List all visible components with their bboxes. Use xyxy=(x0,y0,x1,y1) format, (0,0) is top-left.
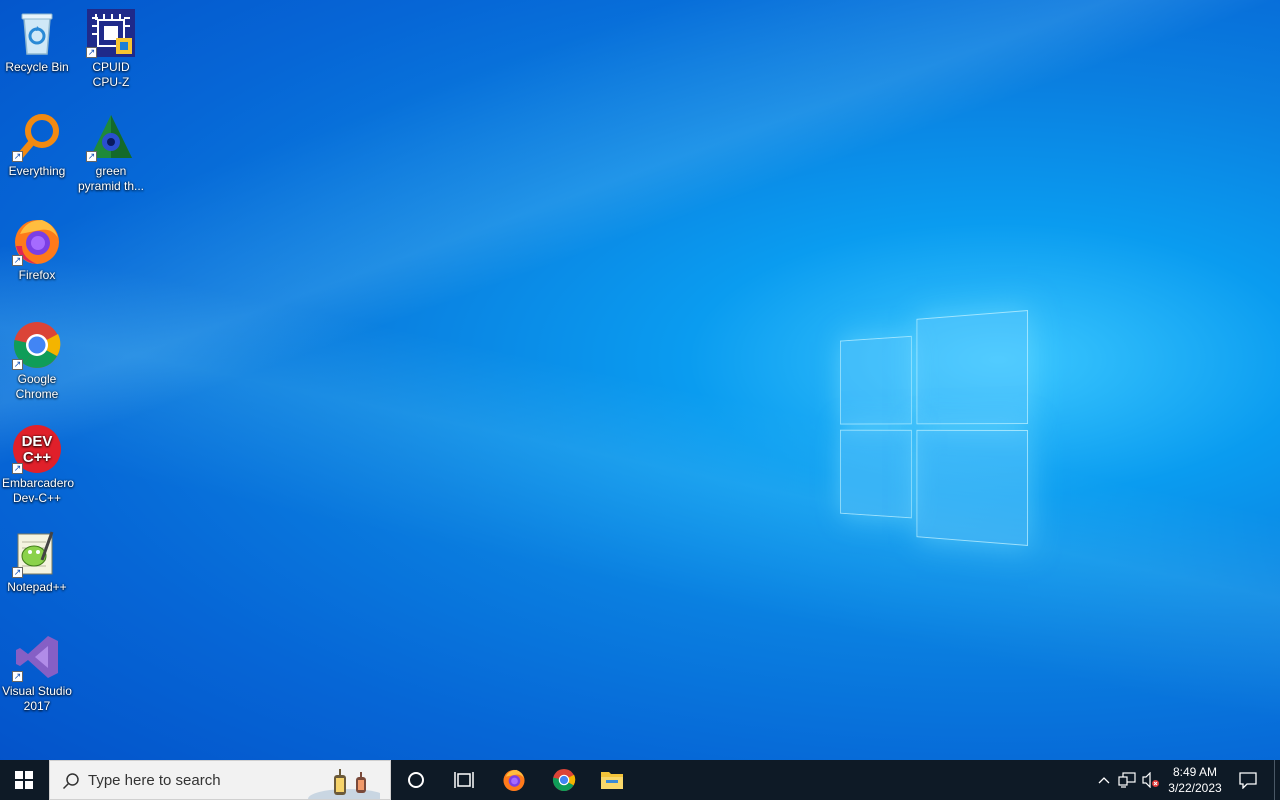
label-line: Embarcadero xyxy=(2,476,75,490)
volume-muted-icon xyxy=(1142,772,1159,788)
desktop-icon-visual-studio[interactable]: ↗ Visual Studio 2017 xyxy=(0,626,74,714)
chrome-icon: ↗ xyxy=(12,320,62,370)
desktop-icon-cpu-z[interactable]: ↗ CPUID CPU-Z xyxy=(74,2,148,90)
action-center-button[interactable] xyxy=(1232,760,1264,800)
shortcut-arrow-icon: ↗ xyxy=(86,47,97,58)
shortcut-arrow-icon: ↗ xyxy=(12,671,23,682)
cpu-z-icon: ↗ xyxy=(86,8,136,58)
taskbar-search-box[interactable]: Type here to search xyxy=(49,760,391,800)
desktop-icon-label: Embarcadero Dev-C++ xyxy=(0,476,74,506)
label-line: CPU-Z xyxy=(92,75,130,89)
visual-studio-icon: ↗ xyxy=(12,632,62,682)
windows-logo-wallpaper xyxy=(840,310,1028,546)
clock-time: 8:49 AM xyxy=(1172,765,1218,779)
label-line: Visual Studio xyxy=(2,684,72,698)
search-placeholder: Type here to search xyxy=(88,772,221,789)
desktop-icon-dev-cpp[interactable]: DEV C++ ↗ Embarcadero Dev-C++ xyxy=(0,418,74,506)
label-line: Google xyxy=(17,372,57,386)
chevron-up-icon xyxy=(1098,777,1110,784)
label-line: Chrome xyxy=(15,387,59,401)
dev-cpp-icon: DEV C++ ↗ xyxy=(12,424,62,474)
chrome-icon xyxy=(552,768,576,792)
green-pyramid-icon: ↗ xyxy=(86,112,136,162)
desktop-icon-label: Notepad++ xyxy=(7,580,67,594)
desktop-icon-label: Recycle Bin xyxy=(5,60,69,74)
cortana-button[interactable] xyxy=(392,760,440,800)
search-icon xyxy=(62,773,79,790)
label-line: green xyxy=(95,164,127,178)
shortcut-arrow-icon: ↗ xyxy=(12,567,23,578)
search-highlight-lanterns-icon xyxy=(308,769,380,799)
label-line: 2017 xyxy=(23,699,51,713)
label-line: CPUID xyxy=(92,60,130,74)
shortcut-arrow-icon: ↗ xyxy=(12,151,23,162)
firefox-icon xyxy=(503,769,525,792)
taskbar: Type here to search 8:49 AM 3/22/2023 xyxy=(0,760,1280,800)
cortana-circle-icon xyxy=(408,772,424,788)
label-line: Dev-C++ xyxy=(12,491,62,505)
show-hidden-icons-button[interactable] xyxy=(1094,760,1114,800)
desktop-icon-label: Firefox xyxy=(18,268,56,282)
clock-date: 3/22/2023 xyxy=(1168,781,1222,795)
task-view-button[interactable] xyxy=(440,760,488,800)
notifications-icon xyxy=(1239,772,1257,789)
taskbar-chrome[interactable] xyxy=(540,760,588,800)
volume-tray-button[interactable] xyxy=(1140,760,1162,800)
label-line: pyramid th... xyxy=(77,179,145,193)
desktop-icon-label: Everything xyxy=(8,164,66,178)
desktop-icon-label: Google Chrome xyxy=(0,372,74,402)
svg-text:C++: C++ xyxy=(23,449,52,466)
wallpaper-light-beam xyxy=(0,0,1280,760)
everything-search-icon: ↗ xyxy=(12,112,62,162)
windows-start-icon xyxy=(15,771,33,789)
recycle-bin-icon xyxy=(12,8,62,58)
desktop-icon-green-pyramid[interactable]: ↗ green pyramid th... xyxy=(74,106,148,194)
taskbar-file-explorer[interactable] xyxy=(588,760,636,800)
shortcut-arrow-icon: ↗ xyxy=(12,255,23,266)
desktop-icon-firefox[interactable]: ↗ Firefox xyxy=(0,210,74,283)
taskbar-firefox[interactable] xyxy=(490,760,538,800)
firefox-icon: ↗ xyxy=(12,216,62,266)
desktop-icon-label: Visual Studio 2017 xyxy=(0,684,74,714)
desktop-icon-everything[interactable]: ↗ Everything xyxy=(0,106,74,179)
network-tray-button[interactable] xyxy=(1116,760,1138,800)
network-icon xyxy=(1118,772,1136,788)
desktop-icon-notepad-plus-plus[interactable]: ↗ Notepad++ xyxy=(0,522,74,595)
show-desktop-button[interactable] xyxy=(1274,760,1280,800)
wallpaper-light-beam xyxy=(0,0,1280,760)
desktop-icon-google-chrome[interactable]: ↗ Google Chrome xyxy=(0,314,74,402)
desktop-icon-label: green pyramid th... xyxy=(74,164,148,194)
notepad-plus-plus-icon: ↗ xyxy=(12,528,62,578)
file-explorer-icon xyxy=(601,772,623,789)
taskbar-clock[interactable]: 8:49 AM 3/22/2023 xyxy=(1160,760,1230,800)
svg-text:DEV: DEV xyxy=(22,433,53,450)
shortcut-arrow-icon: ↗ xyxy=(86,151,97,162)
shortcut-arrow-icon: ↗ xyxy=(12,463,23,474)
shortcut-arrow-icon: ↗ xyxy=(12,359,23,370)
start-button[interactable] xyxy=(0,760,48,800)
task-view-icon xyxy=(454,772,474,788)
desktop-icon-label: CPUID CPU-Z xyxy=(74,60,148,90)
desktop-icon-recycle-bin[interactable]: Recycle Bin xyxy=(0,2,74,75)
